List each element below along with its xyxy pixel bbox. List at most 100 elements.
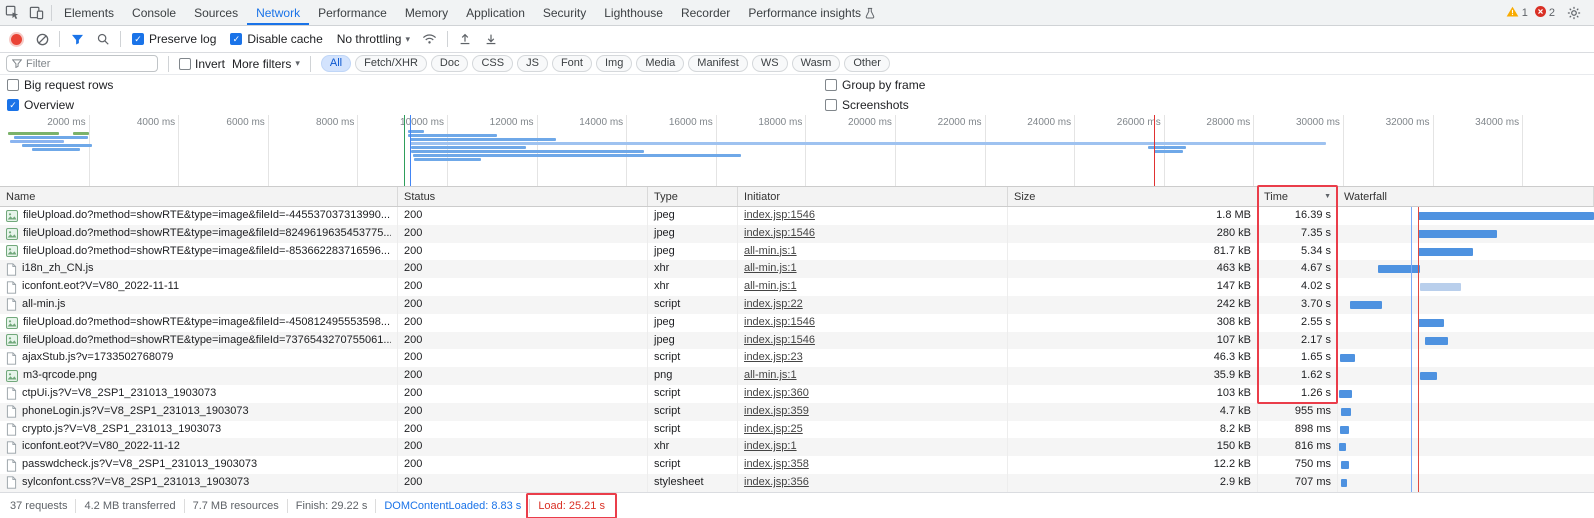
tab-memory[interactable]: Memory <box>396 0 457 25</box>
filter-chip-wasm[interactable]: Wasm <box>792 55 841 72</box>
filter-chip-font[interactable]: Font <box>552 55 592 72</box>
filter-chip-manifest[interactable]: Manifest <box>688 55 748 72</box>
table-row[interactable]: fileUpload.do?method=showRTE&type=image&… <box>0 332 1594 350</box>
request-size: 280 kB <box>1008 225 1258 243</box>
big-request-rows-checkbox[interactable]: Big request rows <box>0 75 1594 95</box>
initiator-link[interactable]: index.jsp:1546 <box>744 334 815 346</box>
filter-chip-ws[interactable]: WS <box>752 55 788 72</box>
group-by-frame-checkbox[interactable]: Group by frame <box>818 75 925 95</box>
filter-chip-fetch-xhr[interactable]: Fetch/XHR <box>355 55 427 72</box>
tab-security[interactable]: Security <box>534 0 595 25</box>
initiator-link[interactable]: index.jsp:1546 <box>744 209 815 221</box>
more-filters-dropdown[interactable]: More filters ▾ <box>232 57 300 71</box>
initiator-link[interactable]: all-min.js:1 <box>744 280 797 292</box>
table-row[interactable]: all-min.js200scriptindex.jsp:22242 kB3.7… <box>0 296 1594 314</box>
screenshots-checkbox[interactable]: Screenshots <box>818 95 925 115</box>
table-row[interactable]: m3-qrcode.png200pngall-min.js:135.9 kB1.… <box>0 367 1594 385</box>
settings-gear-icon[interactable] <box>1562 0 1586 25</box>
table-row[interactable]: fileUpload.do?method=showRTE&type=image&… <box>0 243 1594 261</box>
table-row[interactable]: fileUpload.do?method=showRTE&type=image&… <box>0 225 1594 243</box>
initiator-link[interactable]: index.jsp:356 <box>744 476 809 488</box>
filter-chip-other[interactable]: Other <box>844 55 890 72</box>
filter-chip-doc[interactable]: Doc <box>431 55 469 72</box>
filter-chip-img[interactable]: Img <box>596 55 632 72</box>
filter-chip-all[interactable]: All <box>321 55 351 72</box>
table-row[interactable]: sylconfont.css?V=V8_2SP1_231013_19030732… <box>0 474 1594 492</box>
column-header-waterfall[interactable]: Waterfall <box>1338 187 1594 206</box>
tab-performance-insights[interactable]: Performance insights <box>739 0 884 25</box>
initiator-link[interactable]: index.jsp:25 <box>744 423 803 435</box>
table-row[interactable]: ctpUi.js?V=V8_2SP1_231013_1903073200scri… <box>0 385 1594 403</box>
initiator-link[interactable]: index.jsp:359 <box>744 405 809 417</box>
preserve-log-checkbox[interactable]: Preserve log <box>126 32 222 46</box>
export-har-icon[interactable] <box>479 26 503 52</box>
name-cell: fileUpload.do?method=showRTE&type=image&… <box>0 314 398 332</box>
table-row[interactable]: i18n_zh_CN.js200xhrall-min.js:1463 kB4.6… <box>0 260 1594 278</box>
request-name: fileUpload.do?method=showRTE&type=image&… <box>23 225 391 243</box>
tab-lighthouse[interactable]: Lighthouse <box>595 0 672 25</box>
request-status: 200 <box>398 225 648 243</box>
tab-network[interactable]: Network <box>247 0 309 25</box>
table-row[interactable]: crypto.js?V=V8_2SP1_231013_1903073200scr… <box>0 421 1594 439</box>
column-header-time[interactable]: Time▼ <box>1258 187 1338 206</box>
filter-input[interactable] <box>26 58 152 70</box>
column-header-size[interactable]: Size <box>1008 187 1258 206</box>
tab-performance[interactable]: Performance <box>309 0 396 25</box>
record-network-log-button[interactable] <box>4 26 28 52</box>
initiator-link[interactable]: all-min.js:1 <box>744 369 797 381</box>
tab-application[interactable]: Application <box>457 0 534 25</box>
tab-elements[interactable]: Elements <box>55 0 123 25</box>
tab-console[interactable]: Console <box>123 0 185 25</box>
initiator-link[interactable]: index.jsp:22 <box>744 298 803 310</box>
divider <box>51 5 52 21</box>
column-header-initiator[interactable]: Initiator <box>738 187 1008 206</box>
column-header-name[interactable]: Name <box>0 187 398 206</box>
warnings-badge[interactable]: 1 <box>1506 6 1528 20</box>
request-time: 5.34 s <box>1258 243 1338 261</box>
initiator-link[interactable]: index.jsp:23 <box>744 351 803 363</box>
tab-recorder[interactable]: Recorder <box>672 0 739 25</box>
network-options: Big request rows Overview Group by frame… <box>0 75 1594 115</box>
waterfall-bar <box>1418 230 1497 238</box>
waterfall-cell <box>1338 367 1594 385</box>
table-row[interactable]: ajaxStub.js?v=1733502768079200scriptinde… <box>0 349 1594 367</box>
invert-checkbox[interactable]: Invert <box>179 57 225 71</box>
table-row[interactable]: iconfont.eot?V=V80_2022-11-11200xhrall-m… <box>0 278 1594 296</box>
request-status: 200 <box>398 207 648 225</box>
initiator-link[interactable]: index.jsp:358 <box>744 458 809 470</box>
overview-timeline[interactable]: 2000 ms4000 ms6000 ms8000 ms10000 ms1200… <box>0 115 1594 187</box>
column-header-status[interactable]: Status <box>398 187 648 206</box>
request-status: 200 <box>398 243 648 261</box>
table-row[interactable]: fileUpload.do?method=showRTE&type=image&… <box>0 207 1594 225</box>
column-header-type[interactable]: Type <box>648 187 738 206</box>
waterfall-cell <box>1338 456 1594 474</box>
filter-chip-media[interactable]: Media <box>636 55 684 72</box>
table-row[interactable]: iconfont.eot?V=V80_2022-11-12200xhrindex… <box>0 438 1594 456</box>
filter-chip-js[interactable]: JS <box>517 55 548 72</box>
initiator-link[interactable]: index.jsp:1546 <box>744 316 815 328</box>
tab-sources[interactable]: Sources <box>185 0 247 25</box>
initiator-link[interactable]: index.jsp:1546 <box>744 227 815 239</box>
disable-cache-checkbox[interactable]: Disable cache <box>224 32 328 46</box>
initiator-link[interactable]: index.jsp:360 <box>744 387 809 399</box>
inspect-element-icon[interactable] <box>0 0 24 25</box>
device-toolbar-icon[interactable] <box>24 0 48 25</box>
initiator-link[interactable]: all-min.js:1 <box>744 262 797 274</box>
table-row[interactable]: fileUpload.do?method=showRTE&type=image&… <box>0 314 1594 332</box>
waterfall-cell <box>1338 243 1594 261</box>
network-conditions-icon[interactable] <box>418 26 442 52</box>
filter-chip-css[interactable]: CSS <box>472 55 513 72</box>
table-row[interactable]: passwdcheck.js?V=V8_2SP1_231013_19030732… <box>0 456 1594 474</box>
initiator-link[interactable]: all-min.js:1 <box>744 245 797 257</box>
throttling-select[interactable]: No throttling ▾ <box>331 32 416 46</box>
tab-label: Performance insights <box>748 6 861 20</box>
filter-toggle-icon[interactable] <box>65 26 89 52</box>
search-icon[interactable] <box>91 26 115 52</box>
import-har-icon[interactable] <box>453 26 477 52</box>
errors-badge[interactable]: 2 <box>1535 6 1555 20</box>
table-row[interactable]: phoneLogin.js?V=V8_2SP1_231013_190307320… <box>0 403 1594 421</box>
overview-checkbox[interactable]: Overview <box>0 95 1594 115</box>
clear-network-log-button[interactable] <box>30 26 54 52</box>
initiator-link[interactable]: index.jsp:1 <box>744 440 797 452</box>
request-status: 200 <box>398 385 648 403</box>
